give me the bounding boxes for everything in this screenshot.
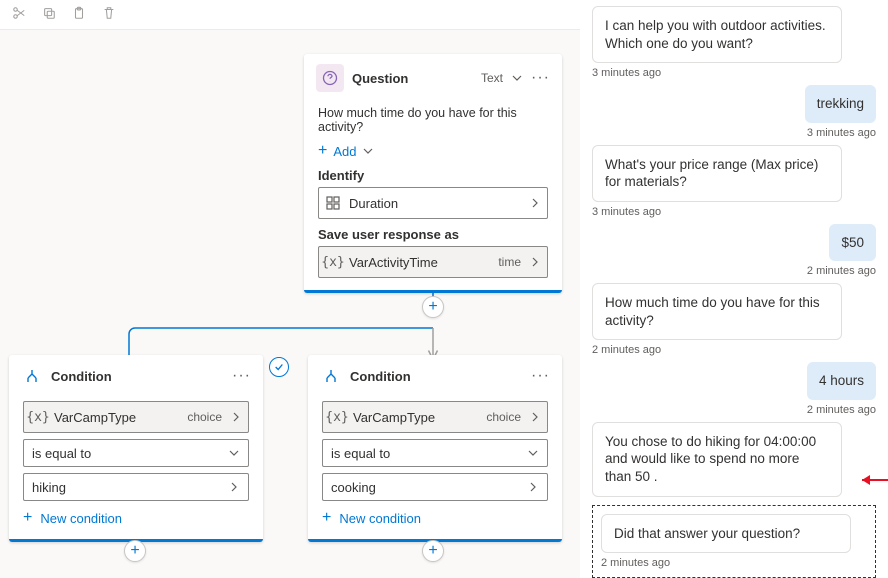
operator-select[interactable]: is equal to xyxy=(322,439,548,467)
variable-picker[interactable]: {x} VarCampType choice xyxy=(322,401,548,433)
variable-type: choice xyxy=(486,410,521,424)
paste-icon[interactable] xyxy=(72,6,86,23)
value-picker[interactable]: hiking xyxy=(23,473,249,501)
variable-icon: {x} xyxy=(30,409,46,425)
identify-value: Duration xyxy=(349,196,521,211)
variable-name: VarActivityTime xyxy=(349,255,490,270)
variable-type: time xyxy=(498,255,521,269)
entity-icon xyxy=(325,195,341,211)
chevron-right-icon xyxy=(529,197,541,209)
new-condition-button[interactable]: + New condition xyxy=(23,509,249,527)
variable-picker[interactable]: {x} VarActivityTime time xyxy=(318,246,548,278)
timestamp: 2 minutes ago xyxy=(807,404,876,416)
identify-picker[interactable]: Duration xyxy=(318,187,548,219)
plus-icon: + xyxy=(318,142,327,160)
response-type-label[interactable]: Text xyxy=(481,71,503,85)
more-icon[interactable]: ··· xyxy=(232,372,251,380)
question-prompt[interactable]: How much time do you have for this activ… xyxy=(318,106,548,134)
save-response-label: Save user response as xyxy=(318,227,548,242)
delete-icon[interactable] xyxy=(102,6,116,23)
identify-label: Identify xyxy=(318,168,548,183)
canvas-toolbar xyxy=(0,0,580,30)
timestamp: 2 minutes ago xyxy=(592,344,661,356)
chevron-down-icon xyxy=(362,145,374,157)
variable-name: VarCampType xyxy=(54,410,179,425)
branch-icon xyxy=(320,365,342,387)
condition-node[interactable]: Condition ··· {x} VarCampType choice is … xyxy=(308,355,562,542)
test-chat-panel: I can help you with outdoor activities. … xyxy=(580,0,888,578)
chevron-right-icon xyxy=(529,411,541,423)
chevron-right-icon xyxy=(529,256,541,268)
condition-node[interactable]: Condition ··· {x} VarCampType choice is … xyxy=(9,355,263,542)
question-icon xyxy=(316,64,344,92)
more-icon[interactable]: ··· xyxy=(531,74,550,82)
node-title: Condition xyxy=(51,369,224,384)
timestamp: 3 minutes ago xyxy=(592,67,661,79)
bot-message: How much time do you have for this activ… xyxy=(592,283,842,340)
bot-message: I can help you with outdoor activities. … xyxy=(592,6,842,63)
variable-icon: {x} xyxy=(329,409,345,425)
add-node-button[interactable]: + xyxy=(422,296,444,318)
node-title: Condition xyxy=(350,369,523,384)
chevron-down-icon xyxy=(228,447,240,459)
variable-icon: {x} xyxy=(325,254,341,270)
bot-message: What's your price range (Max price) for … xyxy=(592,145,842,202)
timestamp: 3 minutes ago xyxy=(592,206,661,218)
chevron-down-icon xyxy=(527,447,539,459)
chevron-down-icon[interactable] xyxy=(511,72,523,84)
plus-icon: + xyxy=(322,509,331,527)
variable-name: VarCampType xyxy=(353,410,478,425)
add-node-button[interactable]: + xyxy=(124,540,146,562)
chevron-right-icon xyxy=(230,411,242,423)
branch-icon xyxy=(21,365,43,387)
bot-message: Did that answer your question? xyxy=(601,514,851,554)
add-button[interactable]: + Add xyxy=(318,142,548,160)
value-picker[interactable]: cooking xyxy=(322,473,548,501)
node-title: Question xyxy=(352,71,473,86)
operator-select[interactable]: is equal to xyxy=(23,439,249,467)
variable-type: choice xyxy=(187,410,222,424)
chevron-right-icon xyxy=(527,481,539,493)
followup-section: Did that answer your question? 2 minutes… xyxy=(592,505,876,578)
chevron-right-icon xyxy=(228,481,240,493)
bot-message: You chose to do hiking for 04:00:00 and … xyxy=(592,422,842,497)
user-message: 4 hours xyxy=(807,362,876,400)
timestamp: 3 minutes ago xyxy=(807,127,876,139)
validated-icon xyxy=(269,357,289,377)
add-node-button[interactable]: + xyxy=(422,540,444,562)
copy-icon[interactable] xyxy=(42,6,56,23)
plus-icon: + xyxy=(23,509,32,527)
user-message: trekking xyxy=(805,85,876,123)
new-condition-button[interactable]: + New condition xyxy=(322,509,548,527)
timestamp: 2 minutes ago xyxy=(601,557,867,569)
variable-picker[interactable]: {x} VarCampType choice xyxy=(23,401,249,433)
cut-icon[interactable] xyxy=(12,6,26,23)
authoring-canvas[interactable]: Question Text ··· How much time do you h… xyxy=(0,0,580,578)
user-message: $50 xyxy=(829,224,876,262)
more-icon[interactable]: ··· xyxy=(531,372,550,380)
timestamp: 2 minutes ago xyxy=(807,265,876,277)
question-node[interactable]: Question Text ··· How much time do you h… xyxy=(304,54,562,293)
